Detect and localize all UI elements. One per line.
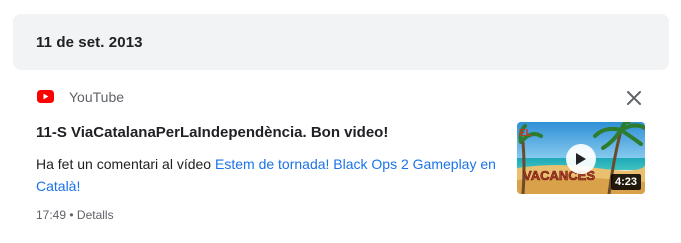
description-prefix: Ha fet un comentari al vídeo — [36, 156, 215, 172]
close-icon[interactable] — [622, 86, 646, 110]
video-thumbnail[interactable]: EL VACANCES 4:23 — [517, 122, 645, 194]
activity-source-row: YouTube — [13, 86, 669, 108]
video-duration: 4:23 — [610, 174, 641, 190]
youtube-logo-icon — [37, 90, 54, 103]
source-name: YouTube — [69, 89, 125, 105]
play-icon[interactable] — [566, 144, 596, 174]
date-header-bar: 11 de set. 2013 — [13, 14, 669, 70]
svg-text:EL: EL — [519, 128, 532, 139]
details-link[interactable]: Detalls — [77, 208, 114, 222]
activity-title: 11-S ViaCatalanaPerLaIndependència. Bon … — [36, 124, 389, 141]
date-header: 11 de set. 2013 — [36, 33, 143, 51]
activity-description: Ha fet un comentari al vídeo Estem de to… — [36, 153, 516, 197]
activity-meta: 17:49 • Detalls — [36, 208, 114, 222]
meta-separator: • — [69, 208, 74, 222]
activity-card: YouTube 11-S ViaCatalanaPerLaIndependènc… — [13, 80, 669, 240]
activity-time: 17:49 — [36, 208, 67, 222]
activity-page: 11 de set. 2013 YouTube 11-S ViaCatalana… — [0, 0, 681, 243]
